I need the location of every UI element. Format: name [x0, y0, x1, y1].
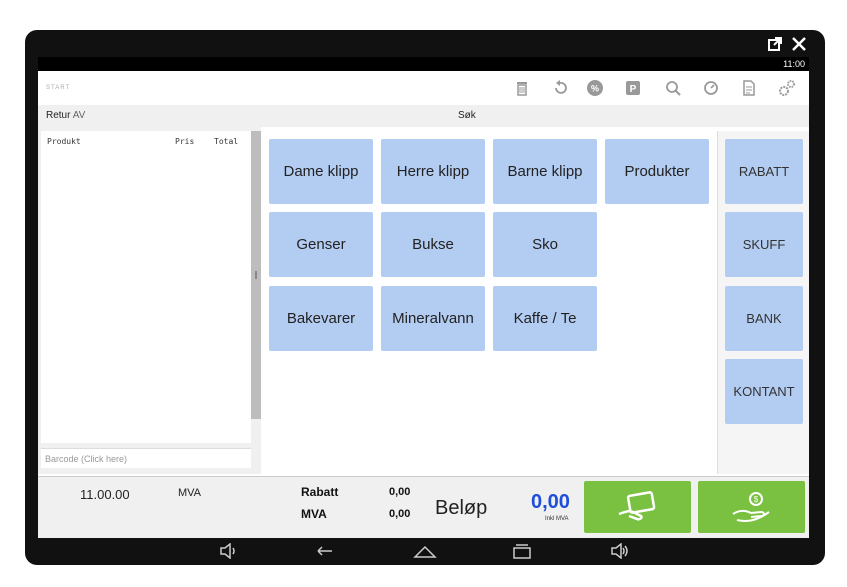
volume-up-icon[interactable]: [610, 543, 630, 559]
category-button[interactable]: Bukse: [381, 212, 485, 277]
back-icon[interactable]: [314, 543, 336, 559]
totals-bar: 11.00.00 MVA Rabatt 0,00 MVA 0,00 Beløp …: [38, 476, 809, 538]
category-button[interactable]: Kaffe / Te: [493, 286, 597, 351]
belop-label: Beløp: [435, 497, 488, 519]
status-bar: 11:00: [38, 57, 809, 71]
category-button[interactable]: Sko: [493, 212, 597, 277]
percent-icon[interactable]: %: [586, 79, 604, 97]
start-label: START: [46, 85, 71, 91]
svg-text:$: $: [753, 495, 758, 504]
footer-time: 11.00.00: [80, 487, 130, 502]
toolbar: START % P: [38, 71, 809, 105]
column-price: Pris: [175, 137, 195, 146]
svg-text:P: P: [630, 84, 637, 95]
android-nav-bar: [25, 538, 825, 565]
retur-toggle[interactable]: Retur AV: [46, 110, 85, 121]
category-button[interactable]: Genser: [269, 212, 373, 277]
column-product: Produkt: [47, 137, 81, 146]
refresh-icon[interactable]: [702, 79, 720, 97]
retur-label: Retur: [46, 110, 71, 121]
cash-payment-icon: $: [731, 492, 770, 522]
search-row: Retur AV Søk: [38, 105, 809, 127]
inkl-mva-label: Inkl MVA: [545, 516, 569, 522]
app-screen: 11:00 START % P Retur AV Søk Produkt Pri…: [38, 57, 809, 538]
retur-state: AV: [72, 110, 86, 121]
popout-icon[interactable]: [767, 36, 783, 52]
barcode-input[interactable]: Barcode (Click here): [41, 448, 251, 468]
mva-sum-label: MVA: [301, 507, 327, 521]
recent-apps-icon[interactable]: [511, 543, 533, 559]
rabatt-value: 0,00: [389, 486, 411, 498]
splitter-grip: [255, 271, 257, 279]
column-total: Total: [214, 137, 239, 146]
receipt-list[interactable]: Produkt Pris Total: [41, 131, 251, 443]
mva-sum-value: 0,00: [389, 508, 411, 520]
card-payment-button[interactable]: [584, 481, 691, 533]
footer-mva-label: MVA: [178, 487, 202, 499]
card-payment-icon: [618, 491, 655, 521]
window-controls: [765, 34, 825, 56]
category-button[interactable]: Produkter: [605, 139, 709, 204]
tablet-frame: 11:00 START % P Retur AV Søk Produkt Pri…: [25, 30, 825, 565]
kontant-button[interactable]: KONTANT: [725, 359, 803, 424]
total-amount: 0,00: [531, 491, 570, 513]
bank-button[interactable]: BANK: [725, 286, 803, 351]
home-icon[interactable]: [413, 543, 437, 559]
undo-icon[interactable]: [551, 79, 569, 97]
cash-payment-button[interactable]: $: [698, 481, 805, 533]
category-button[interactable]: Herre klipp: [381, 139, 485, 204]
skuff-button[interactable]: SKUFF: [725, 212, 803, 277]
search-icon[interactable]: [664, 79, 682, 97]
rabatt-label: Rabatt: [301, 485, 339, 499]
clock: 11:00: [783, 59, 805, 69]
close-icon[interactable]: [791, 36, 807, 52]
category-button[interactable]: Bakevarer: [269, 286, 373, 351]
category-button[interactable]: Barne klipp: [493, 139, 597, 204]
search-input[interactable]: Søk: [458, 110, 476, 121]
volume-down-icon[interactable]: [219, 543, 239, 559]
document-icon[interactable]: [740, 79, 758, 97]
gears-icon[interactable]: [778, 79, 796, 97]
parking-icon[interactable]: P: [624, 79, 642, 97]
category-button[interactable]: Dame klipp: [269, 139, 373, 204]
category-button[interactable]: Mineralvann: [381, 286, 485, 351]
panel-splitter[interactable]: [251, 131, 261, 419]
trash-icon[interactable]: [513, 79, 531, 97]
svg-text:%: %: [591, 84, 599, 94]
rabatt-button[interactable]: RABATT: [725, 139, 803, 204]
